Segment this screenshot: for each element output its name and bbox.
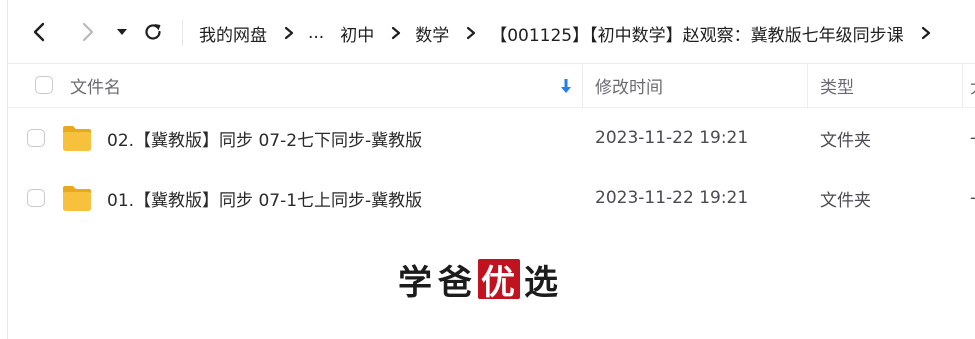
file-table-header: 文件名 修改时间 类型 大 [8, 64, 975, 108]
chevron-right-icon [82, 22, 94, 42]
column-divider[interactable] [807, 64, 808, 107]
history-dropdown-button[interactable] [108, 18, 136, 46]
watermark-char: 选 [524, 262, 560, 303]
breadcrumb-item-junior-high[interactable]: 初中 [339, 21, 375, 46]
navigation-bar: 我的网盘 ... 初中 数学 【001125】【初中数学】赵观察：冀教版七年级同… [8, 0, 975, 64]
file-type: 文件夹 [820, 130, 871, 151]
refresh-icon [145, 24, 161, 40]
breadcrumb: 我的网盘 ... 初中 数学 【001125】【初中数学】赵观察：冀教版七年级同… [198, 19, 944, 47]
watermark-char: 爸 [438, 262, 474, 303]
sort-button[interactable] [560, 64, 572, 107]
chevron-right-icon [392, 26, 401, 40]
file-name[interactable]: 02.【冀教版】同步 07-2七下同步-冀教版 [107, 108, 422, 168]
file-size: - [970, 108, 975, 168]
nav-divider [182, 20, 183, 46]
breadcrumb-item-collapsed[interactable]: ... [307, 23, 325, 43]
watermark-logo: 学 爸 优 选 [398, 256, 564, 303]
chevron-left-icon [33, 22, 45, 42]
caret-down-icon [117, 29, 127, 35]
breadcrumb-item-my-drive[interactable]: 我的网盘 [198, 21, 268, 46]
chevron-right-icon [467, 26, 476, 40]
breadcrumb-item-math[interactable]: 数学 [414, 21, 450, 46]
table-row[interactable]: 01.【冀教版】同步 07-1七上同步-冀教版 2023-11-22 19:21… [8, 168, 975, 228]
folder-icon [63, 126, 91, 151]
column-header-modified[interactable]: 修改时间 [595, 64, 663, 107]
chevron-right-icon[interactable] [919, 26, 933, 40]
sort-down-arrow-icon [561, 78, 571, 93]
file-browser-window: 我的网盘 ... 初中 数学 【001125】【初中数学】赵观察：冀教版七年级同… [0, 0, 975, 339]
refresh-button[interactable] [139, 18, 167, 46]
file-size: - [970, 168, 975, 228]
column-divider[interactable] [962, 64, 963, 107]
back-button[interactable] [26, 18, 54, 46]
column-divider[interactable] [582, 64, 583, 107]
watermark-seal: 优 [478, 259, 520, 303]
column-header-size[interactable]: 大 [970, 64, 975, 107]
row-checkbox[interactable] [27, 129, 45, 147]
breadcrumb-item-current-folder[interactable]: 【001125】【初中数学】赵观察：冀教版七年级同步课 [489, 21, 904, 46]
file-type: 文件夹 [820, 190, 871, 211]
folder-icon [63, 186, 91, 211]
select-all-checkbox[interactable] [35, 76, 53, 94]
forward-button[interactable] [73, 18, 101, 46]
chevron-right-icon [284, 26, 294, 40]
file-name[interactable]: 01.【冀教版】同步 07-1七上同步-冀教版 [107, 168, 422, 228]
column-header-name[interactable]: 文件名 [70, 64, 121, 107]
table-row[interactable]: 02.【冀教版】同步 07-2七下同步-冀教版 2023-11-22 19:21… [8, 108, 975, 168]
column-header-type[interactable]: 类型 [820, 64, 854, 107]
row-checkbox[interactable] [27, 189, 45, 207]
watermark-char: 学 [398, 262, 434, 303]
modified-time: 2023-11-22 19:21 [595, 188, 749, 208]
modified-time: 2023-11-22 19:21 [595, 128, 749, 148]
